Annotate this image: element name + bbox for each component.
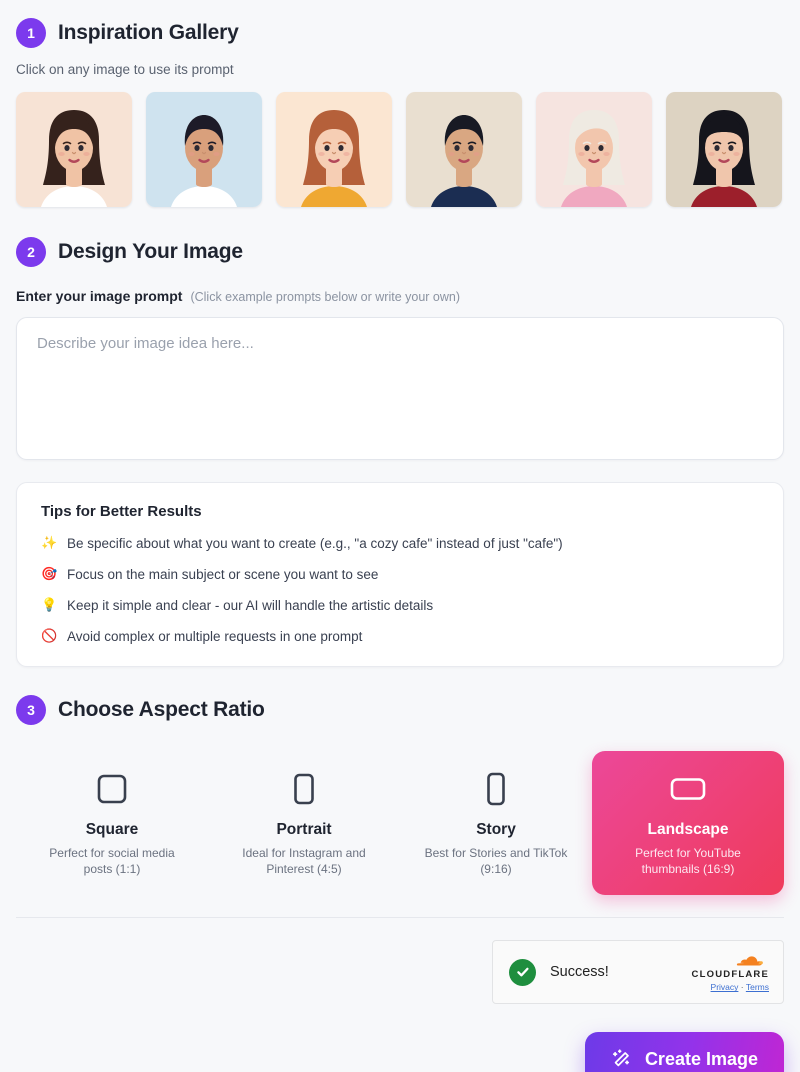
gallery-item-woman-platinum-blonde-portrait[interactable] [536, 92, 652, 207]
sparkles-icon: ✨ [41, 536, 58, 551]
tip-text: Focus on the main subject or scene you w… [67, 567, 379, 582]
prompt-hint: (Click example prompts below or write yo… [190, 290, 460, 304]
cloudflare-wordmark: CLOUDFLARE [691, 969, 769, 981]
aspect-option-desc: Perfect for social media posts (1:1) [49, 846, 175, 877]
turnstile-row: Success! CLOUDFLARE Privacy · Terms [16, 940, 784, 1005]
gallery-item-man-suit-portrait[interactable] [406, 92, 522, 207]
tip-row: 🎯 Focus on the main subject or scene you … [41, 567, 759, 582]
gallery-section-header: 1 Inspiration Gallery [16, 0, 784, 48]
landscape-frame-icon [670, 771, 706, 807]
gallery-item-woman-black-hair-bangs-portrait[interactable] [666, 92, 782, 207]
prohibited-icon: 🚫 [41, 629, 58, 644]
aspect-section-header: 3 Choose Aspect Ratio [16, 695, 784, 725]
cloudflare-cloud-icon [736, 956, 763, 966]
aspect-option-desc: Ideal for Instagram and Pinterest (4:5) [242, 846, 366, 877]
create-image-label: Create Image [644, 1048, 758, 1069]
cloudflare-branding: CLOUDFLARE Privacy · Terms [692, 952, 769, 992]
tips-card: Tips for Better Results ✨ Be specific abo… [16, 482, 784, 667]
gallery-item-man-curly-dark-hair-portrait[interactable] [146, 92, 262, 207]
section-divider [16, 917, 784, 919]
aspect-option-landscape[interactable]: Landscape Perfect for YouTube thumbnails … [592, 751, 784, 896]
magic-wand-icon [611, 1048, 633, 1070]
link-separator: · [740, 982, 744, 993]
portrait-frame-icon [286, 771, 322, 807]
story-frame-icon [478, 771, 514, 807]
prompt-label: Enter your image prompt [16, 288, 183, 304]
aspect-option-name: Square [85, 821, 139, 838]
design-title: Design Your Image [58, 240, 243, 263]
aspect-option-portrait[interactable]: Portrait Ideal for Instagram and Pinteres… [208, 751, 400, 895]
step-badge-3: 3 [16, 695, 46, 725]
image-generator-page: 1 Inspiration Gallery Click on any image… [0, 0, 800, 1072]
step-badge-1: 1 [16, 18, 46, 48]
aspect-option-name: Story [476, 821, 516, 838]
tip-text: Keep it simple and clear - our AI will h… [67, 598, 434, 613]
tip-text: Be specific about what you want to creat… [67, 536, 563, 551]
create-image-button[interactable]: Create Image [584, 1032, 784, 1072]
privacy-link[interactable]: Privacy [711, 982, 739, 992]
gallery-item-woman-braided-dark-hair-portrait[interactable] [16, 92, 132, 207]
success-check-icon [509, 958, 536, 986]
aspect-title: Choose Aspect Ratio [58, 698, 265, 721]
tip-row: 💡 Keep it simple and clear - our AI will … [41, 598, 759, 613]
terms-link[interactable]: Terms [746, 982, 769, 992]
create-button-row: Create Image [16, 1032, 784, 1072]
aspect-option-square[interactable]: Square Perfect for social media posts (1:… [16, 751, 208, 895]
square-frame-icon [94, 771, 130, 807]
target-icon: 🎯 [41, 567, 58, 582]
turnstile-status: Success! [550, 964, 609, 981]
design-section-header: 2 Design Your Image [16, 237, 784, 267]
prompt-input[interactable]: Describe your image idea here... [16, 317, 784, 460]
prompt-label-row: Enter your image prompt (Click example p… [16, 288, 784, 304]
tip-row: ✨ Be specific about what you want to crea… [41, 536, 759, 551]
aspect-option-name: Landscape [647, 821, 729, 838]
cloudflare-links: Privacy · Terms [692, 982, 769, 992]
aspect-option-name: Portrait [276, 821, 332, 838]
step-badge-2: 2 [16, 237, 46, 267]
gallery-subtitle: Click on any image to use its prompt [16, 62, 234, 77]
tip-row: 🚫 Avoid complex or multiple requests in o… [41, 629, 759, 644]
aspect-option-desc: Perfect for YouTube thumbnails (16:9) [635, 846, 741, 877]
inspiration-gallery [16, 92, 784, 207]
tip-text: Avoid complex or multiple requests in on… [67, 629, 363, 644]
lightbulb-icon: 💡 [41, 598, 58, 613]
tips-title: Tips for Better Results [41, 503, 202, 520]
gallery-title: Inspiration Gallery [58, 21, 239, 44]
gallery-item-woman-auburn-bob-portrait[interactable] [276, 92, 392, 207]
cloudflare-turnstile-widget[interactable]: Success! CLOUDFLARE Privacy · Terms [492, 940, 784, 1005]
aspect-option-desc: Best for Stories and TikTok (9:16) [424, 846, 568, 877]
aspect-option-story[interactable]: Story Best for Stories and TikTok (9:16) [400, 751, 592, 895]
aspect-ratio-options: Square Perfect for social media posts (1:… [16, 751, 784, 896]
